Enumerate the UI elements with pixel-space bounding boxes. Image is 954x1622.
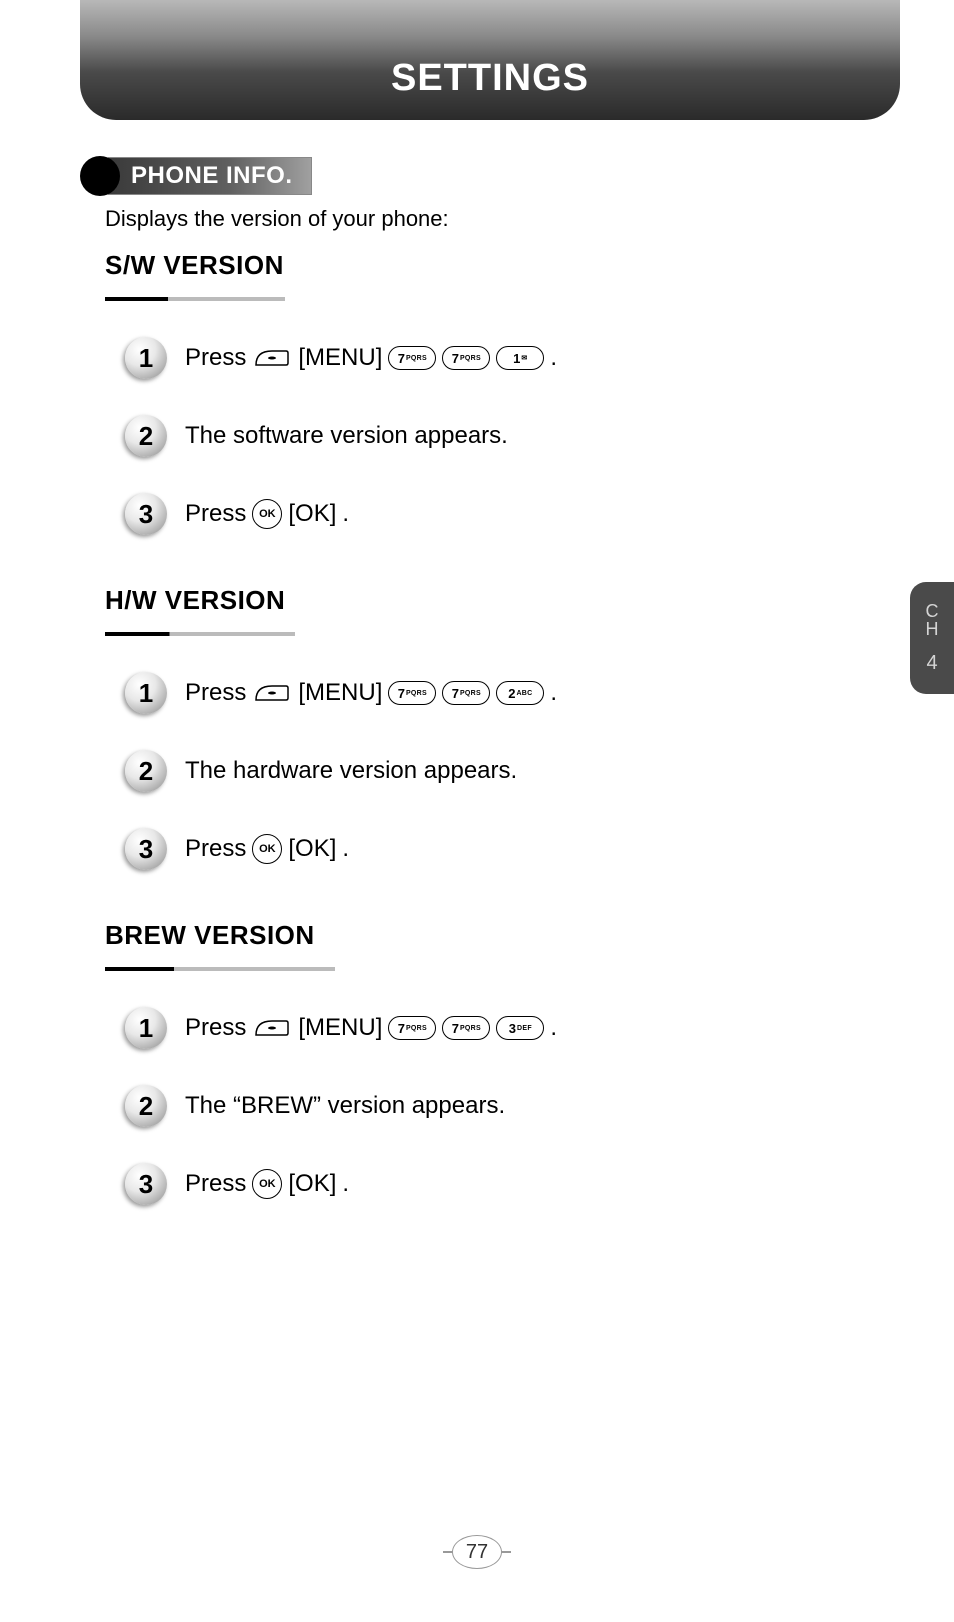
step-prefix: Press [185, 679, 246, 707]
subsection-hw: H/W VERSION 1 Press [MENU] 7PQRS 7PQRS 2… [105, 585, 865, 870]
step-row: 1 Press [MENU] 7PQRS 7PQRS 3DEF . [125, 1007, 865, 1049]
step-text: Press [MENU] 7PQRS 7PQRS 3DEF . [185, 1014, 557, 1042]
step-badge-icon: 3 [125, 493, 167, 535]
step-text: Press OK [OK]. [185, 1169, 349, 1199]
step-prefix: Press [185, 344, 246, 372]
step-suffix: . [342, 1170, 349, 1198]
underline-icon [105, 967, 335, 971]
step-prefix: Press [185, 835, 246, 863]
step-row: 2 The “BREW” version appears. [125, 1085, 865, 1127]
page-number: 77 [452, 1535, 502, 1569]
underline-icon [105, 297, 285, 301]
underline-icon [105, 632, 295, 636]
step-row: 2 The hardware version appears. [125, 750, 865, 792]
content: S/W VERSION 1 Press [MENU] 7PQRS 7PQRS 1… [105, 250, 865, 1255]
step-row: 3 Press OK [OK]. [125, 828, 865, 870]
step-num: 2 [125, 415, 167, 457]
key-7-icon: 7PQRS [442, 346, 490, 370]
side-tab-h: H [926, 620, 939, 638]
step-num: 2 [125, 1085, 167, 1127]
step-badge-icon: 1 [125, 1007, 167, 1049]
key-1-icon: 1✉ [496, 346, 544, 370]
step-badge-icon: 3 [125, 828, 167, 870]
step-badge-icon: 2 [125, 1085, 167, 1127]
menu-label: [MENU] [298, 679, 382, 707]
softkey-icon [252, 1015, 292, 1041]
step-text: The software version appears. [185, 422, 508, 450]
step-num: 3 [125, 828, 167, 870]
step-row: 3 Press OK [OK]. [125, 493, 865, 535]
step-num: 3 [125, 493, 167, 535]
subsection-sw: S/W VERSION 1 Press [MENU] 7PQRS 7PQRS 1… [105, 250, 865, 535]
menu-label: [MENU] [298, 1014, 382, 1042]
side-tab-c: C [926, 602, 939, 620]
key-7-icon: 7PQRS [388, 1016, 436, 1040]
step-text: The hardware version appears. [185, 757, 517, 785]
step-badge-icon: 3 [125, 1163, 167, 1205]
step-text: Press [MENU] 7PQRS 7PQRS 2ABC . [185, 679, 557, 707]
step-prefix: Press [185, 1014, 246, 1042]
step-prefix: Press [185, 1170, 246, 1198]
step-suffix: . [550, 344, 557, 372]
section-label: PHONE INFO. [108, 157, 312, 195]
ok-label: [OK] [288, 1170, 336, 1198]
menu-label: [MENU] [298, 344, 382, 372]
key-2-icon: 2ABC [496, 681, 544, 705]
step-badge-icon: 1 [125, 337, 167, 379]
step-badge-icon: 2 [125, 750, 167, 792]
subsection-brew: BREW VERSION 1 Press [MENU] 7PQRS 7PQRS … [105, 920, 865, 1205]
ok-key-icon: OK [252, 499, 282, 529]
sub-title: S/W VERSION [105, 250, 285, 287]
step-num: 1 [125, 672, 167, 714]
step-suffix: . [342, 500, 349, 528]
section-tag: PHONE INFO. [80, 156, 312, 196]
ok-key-icon: OK [252, 1169, 282, 1199]
key-7-icon: 7PQRS [388, 346, 436, 370]
softkey-icon [252, 345, 292, 371]
step-num: 1 [125, 1007, 167, 1049]
step-badge-icon: 1 [125, 672, 167, 714]
ok-label: [OK] [288, 835, 336, 863]
step-row: 2 The software version appears. [125, 415, 865, 457]
header-banner: SETTINGS [80, 0, 900, 120]
step-text: Press [MENU] 7PQRS 7PQRS 1✉ . [185, 344, 557, 372]
side-tab-num: 4 [926, 652, 937, 675]
step-num: 2 [125, 750, 167, 792]
ok-label: [OK] [288, 500, 336, 528]
step-text: Press OK [OK]. [185, 499, 349, 529]
intro-text: Displays the version of your phone: [105, 206, 449, 232]
step-suffix: . [550, 679, 557, 707]
step-suffix: . [342, 835, 349, 863]
step-badge-icon: 2 [125, 415, 167, 457]
step-prefix: Press [185, 500, 246, 528]
step-row: 3 Press OK [OK]. [125, 1163, 865, 1205]
step-row: 1 Press [MENU] 7PQRS 7PQRS 2ABC . [125, 672, 865, 714]
softkey-icon [252, 680, 292, 706]
step-suffix: . [550, 1014, 557, 1042]
sub-title: H/W VERSION [105, 585, 285, 622]
key-7-icon: 7PQRS [388, 681, 436, 705]
key-7-icon: 7PQRS [442, 681, 490, 705]
page-number-wrap: 77 [447, 1532, 507, 1572]
key-7-icon: 7PQRS [442, 1016, 490, 1040]
step-text: The “BREW” version appears. [185, 1092, 505, 1120]
ok-key-icon: OK [252, 834, 282, 864]
sub-title: BREW VERSION [105, 920, 315, 957]
step-text: Press OK [OK]. [185, 834, 349, 864]
step-num: 3 [125, 1163, 167, 1205]
side-tab: C H 4 [910, 582, 954, 694]
step-num: 1 [125, 337, 167, 379]
section-dot-icon [80, 156, 120, 196]
key-3-icon: 3DEF [496, 1016, 544, 1040]
page-title: SETTINGS [391, 57, 589, 100]
step-row: 1 Press [MENU] 7PQRS 7PQRS 1✉ . [125, 337, 865, 379]
